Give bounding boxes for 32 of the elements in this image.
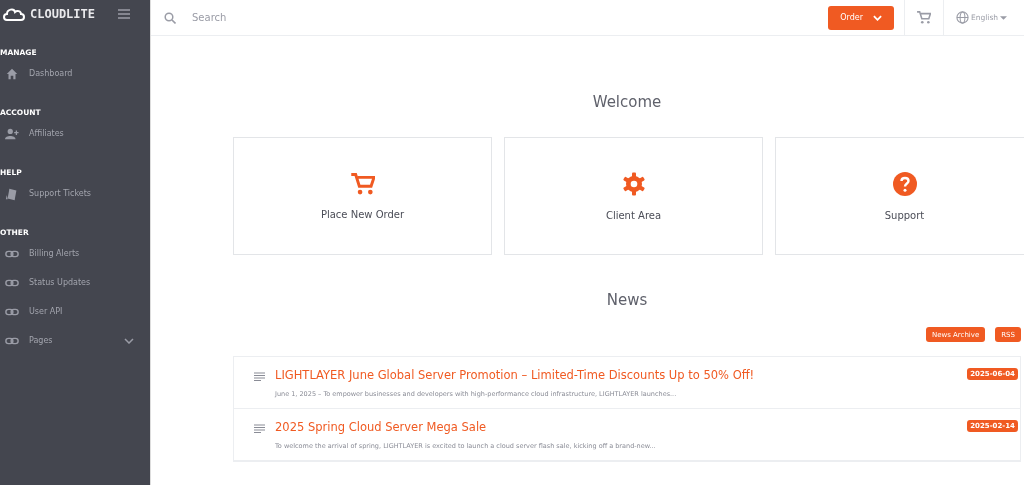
text-lines-icon xyxy=(254,424,265,433)
sidebar-item[interactable]: Pages xyxy=(0,326,150,355)
gear-icon xyxy=(621,171,646,196)
shortcut-card[interactable]: Client Area xyxy=(504,137,763,255)
news-title-link[interactable]: LIGHTLAYER June Global Server Promotion – Limited-Time Discounts Up to 50% Off! xyxy=(275,368,958,382)
sidebar-item[interactable]: Support Tickets xyxy=(0,179,150,208)
chevron-down-icon xyxy=(124,337,134,344)
logo-text: CLOUDLITE xyxy=(30,7,96,21)
home-icon xyxy=(5,66,19,81)
sidebar-item[interactable]: User API xyxy=(0,297,150,326)
sidebar-item[interactable]: Billing Alerts xyxy=(0,239,150,268)
add-user-icon xyxy=(5,126,19,141)
shortcut-card[interactable]: Place New Order xyxy=(233,137,492,255)
chevron-down-icon xyxy=(873,14,882,21)
sidebar-item[interactable]: Affiliates xyxy=(0,119,150,148)
search-icon xyxy=(164,11,176,24)
news-title-link[interactable]: 2025 Spring Cloud Server Mega Sale xyxy=(275,420,958,434)
cart-icon xyxy=(350,172,375,195)
question-icon xyxy=(892,171,917,196)
sidebar-item[interactable]: Dashboard xyxy=(0,59,150,88)
globe-icon xyxy=(956,11,969,24)
section-title: News xyxy=(605,291,649,309)
tickets-icon xyxy=(5,186,19,201)
caret-icon xyxy=(1000,15,1008,20)
shortcut-card[interactable]: Support xyxy=(775,137,1024,255)
order-button[interactable]: Order xyxy=(828,5,894,30)
menu-icon xyxy=(118,9,130,19)
cloud-icon xyxy=(2,6,28,22)
cart-icon[interactable] xyxy=(917,11,931,24)
sidebar-item[interactable]: Status Updates xyxy=(0,268,150,297)
section-title: Welcome xyxy=(591,93,663,111)
text-lines-icon xyxy=(254,372,265,381)
